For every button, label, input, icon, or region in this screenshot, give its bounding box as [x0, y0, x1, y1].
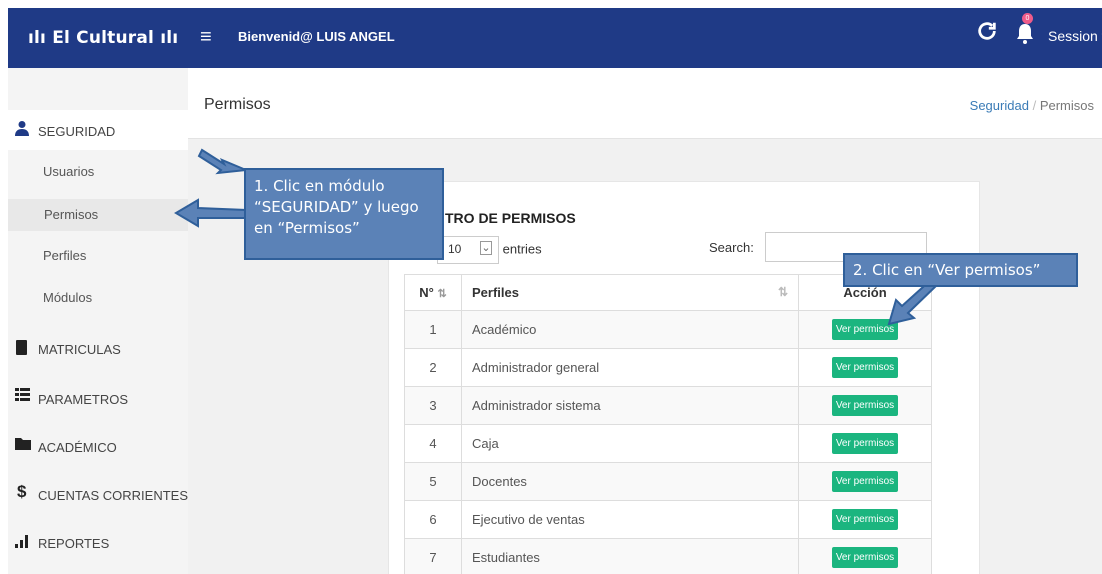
instruction-callout-step2: 2. Clic en “Ver permisos”: [843, 253, 1078, 287]
instruction-callout-step1: 1. Clic en módulo “SEGURIDAD” y luego en…: [244, 168, 444, 260]
annotation-arrows: [174, 148, 940, 326]
arrow-to-permisos: [174, 198, 247, 228]
arrow-to-seguridad: [197, 148, 247, 175]
app-frame: ılı El Cultural ılı ≡ Bienvenid@ LUIS AN…: [8, 8, 1102, 574]
